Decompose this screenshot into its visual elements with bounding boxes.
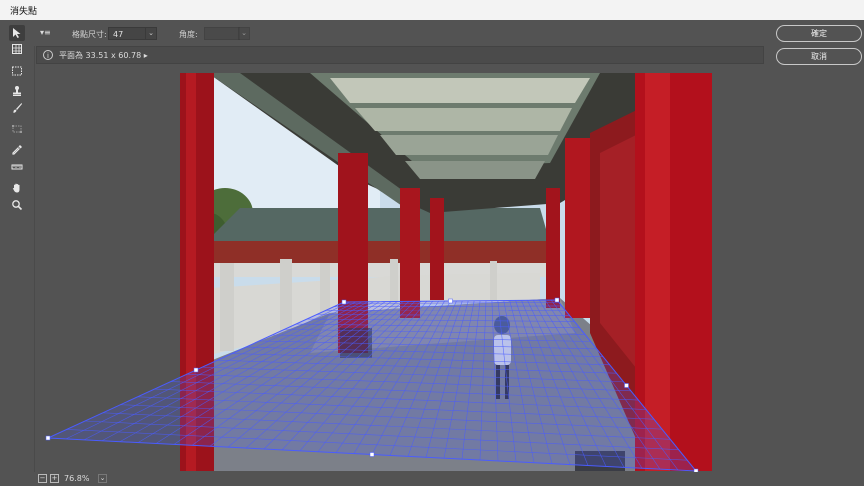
- zoom-level: 76.8%: [64, 474, 90, 483]
- zoom-icon[interactable]: [9, 197, 25, 213]
- create-plane-icon[interactable]: [9, 41, 25, 57]
- info-icon: i: [43, 50, 53, 60]
- cancel-button[interactable]: 取消: [776, 48, 862, 65]
- marquee-icon[interactable]: [9, 63, 25, 79]
- angle-dropdown[interactable]: ⌄: [238, 27, 250, 40]
- angle-label: 角度:: [179, 30, 198, 39]
- plane-size-text: 平面為 33.51 x 60.78 ▸: [59, 51, 148, 60]
- eyedropper-icon[interactable]: [9, 142, 25, 158]
- grid-size-label: 格點尺寸:: [72, 30, 107, 39]
- zoom-in-icon[interactable]: +: [50, 474, 59, 483]
- info-bar: i 平面為 33.51 x 60.78 ▸: [36, 46, 764, 64]
- grid-size-dropdown[interactable]: ⌄: [145, 27, 157, 40]
- panel-menu-icon[interactable]: ▾≡: [40, 28, 51, 37]
- brush-icon[interactable]: [9, 100, 25, 116]
- ok-button[interactable]: 確定: [776, 25, 862, 42]
- zoom-dropdown-icon[interactable]: ⌄: [98, 474, 107, 483]
- tool-panel: [0, 20, 35, 486]
- zoom-out-icon[interactable]: −: [38, 474, 47, 483]
- measure-icon[interactable]: [9, 159, 25, 175]
- window-title: 消失點: [10, 7, 38, 17]
- angle-input[interactable]: [204, 27, 240, 40]
- transform-icon[interactable]: [9, 121, 25, 137]
- stamp-icon[interactable]: [9, 83, 25, 99]
- window-titlebar: 消失點: [0, 0, 864, 20]
- options-bar: ▾≡ 格點尺寸: 47 ⌄ 角度: ⌄: [34, 20, 766, 46]
- preview-image: [180, 73, 712, 471]
- edit-plane-icon[interactable]: [9, 25, 25, 41]
- hand-icon[interactable]: [9, 180, 25, 196]
- status-bar: − + 76.8% ⌄: [34, 472, 864, 486]
